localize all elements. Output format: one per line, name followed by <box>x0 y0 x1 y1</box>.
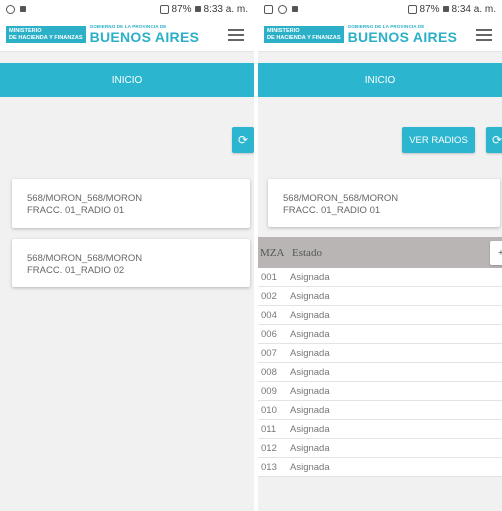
col-mza-header: MZA <box>260 246 285 259</box>
logo-line2: DE HACIENDA Y FINANZAS <box>267 34 341 41</box>
logo-line2: DE HACIENDA Y FINANZAS <box>9 34 83 41</box>
logo-big-text: BUENOS AIRES <box>89 28 200 45</box>
cell-mza: 013 <box>261 461 277 473</box>
table-row[interactable]: 004 Asignada <box>258 306 502 325</box>
table-row[interactable]: 010 Asignada <box>258 401 502 420</box>
table-row[interactable]: 007 Asignada <box>258 344 502 363</box>
cell-estado: Asignada <box>290 385 330 397</box>
refresh-icon: ⟳ <box>491 133 502 147</box>
nav-title: INICIO <box>111 74 143 86</box>
add-button[interactable]: + <box>490 241 502 265</box>
hamburger-menu-icon[interactable] <box>228 28 244 41</box>
logo-big-text: BUENOS AIRES <box>347 28 458 45</box>
table-row[interactable]: 006 Asignada <box>258 325 502 344</box>
whatsapp-icon <box>278 4 287 14</box>
cell-mza: 002 <box>261 290 277 302</box>
cell-estado: Asignada <box>290 442 330 454</box>
table-row[interactable]: 001 Asignada <box>258 268 502 287</box>
col-estado-header: Estado <box>292 246 322 259</box>
signal-icon <box>159 4 169 14</box>
table-row[interactable]: 008 Asignada <box>258 363 502 382</box>
refresh-button[interactable]: ⟳ <box>232 127 254 153</box>
cell-estado: Asignada <box>290 423 330 435</box>
cell-estado: Asignada <box>290 290 330 302</box>
cell-mza: 008 <box>261 366 277 378</box>
cell-mza: 012 <box>261 442 277 454</box>
app-header: MINISTERIO DE HACIENDA Y FINANZAS GOBIER… <box>258 18 502 52</box>
nav-title-bar[interactable]: INICIO <box>0 63 254 97</box>
card-title: 568/MORON_568/MORON <box>27 253 143 264</box>
battery-icon <box>442 6 449 12</box>
cell-mza: 009 <box>261 385 277 397</box>
cell-estado: Asignada <box>290 347 330 359</box>
battery-icon <box>194 6 201 12</box>
card-subtitle: FRACC. 01_RADIO 02 <box>27 265 125 276</box>
battery-level: 87% <box>171 3 192 15</box>
refresh-icon: ⟳ <box>237 133 249 147</box>
nav-title-bar[interactable]: INICIO <box>258 63 502 97</box>
notification-icon <box>292 6 298 12</box>
table-row[interactable]: 012 Asignada <box>258 439 502 458</box>
cell-estado: Asignada <box>290 461 330 473</box>
nav-title: INICIO <box>364 74 396 86</box>
card-title: 568/MORON_568/MORON <box>283 193 399 204</box>
manzana-table: MZA Estado + 001 Asignada 002 Asignada 004 As… <box>258 237 502 477</box>
cell-mza: 011 <box>261 423 277 435</box>
card-title: 568/MORON_568/MORON <box>27 193 143 204</box>
table-row[interactable]: 013 Asignada <box>258 458 502 477</box>
radio-card[interactable]: 568/MORON_568/MORON FRACC. 01_RADIO 01 <box>268 179 500 227</box>
right-screen: 87% 8:34 a. m. MINISTERIO DE HACIENDA Y … <box>258 0 502 511</box>
cell-mza: 001 <box>261 271 277 283</box>
hamburger-menu-icon[interactable] <box>476 28 492 41</box>
battery-level: 87% <box>419 3 440 15</box>
cell-estado: Asignada <box>290 404 330 416</box>
status-bar: 87% 8:33 a. m. <box>0 0 254 18</box>
app-header: MINISTERIO DE HACIENDA Y FINANZAS GOBIER… <box>0 18 254 52</box>
cell-estado: Asignada <box>290 309 330 321</box>
ver-radios-button[interactable]: VER RADIOS <box>402 127 475 153</box>
cell-mza: 006 <box>261 328 277 340</box>
cell-mza: 007 <box>261 347 277 359</box>
ministry-logo[interactable]: MINISTERIO DE HACIENDA Y FINANZAS GOBIER… <box>264 25 457 44</box>
status-bar: 87% 8:34 a. m. <box>258 0 502 18</box>
cell-mza: 004 <box>261 309 277 321</box>
cell-mza: 010 <box>261 404 277 416</box>
table-row[interactable]: 002 Asignada <box>258 287 502 306</box>
notification-icon <box>20 6 26 12</box>
cell-estado: Asignada <box>290 328 330 340</box>
ministry-logo[interactable]: MINISTERIO DE HACIENDA Y FINANZAS GOBIER… <box>6 25 199 44</box>
table-body: 001 Asignada 002 Asignada 004 Asignada 006 Asig… <box>258 268 502 477</box>
cell-estado: Asignada <box>290 271 330 283</box>
plus-icon: + <box>498 247 502 259</box>
refresh-button[interactable]: ⟳ <box>486 127 502 153</box>
cell-estado: Asignada <box>290 366 330 378</box>
ver-radios-label: VER RADIOS <box>409 134 468 146</box>
status-time: 8:33 a. m. <box>203 3 248 15</box>
table-row[interactable]: 011 Asignada <box>258 420 502 439</box>
table-header: MZA Estado + <box>258 237 502 268</box>
card-subtitle: FRACC. 01_RADIO 01 <box>27 205 125 216</box>
radio-card[interactable]: 568/MORON_568/MORON FRACC. 01_RADIO 02 <box>12 239 250 287</box>
left-screen: 87% 8:33 a. m. MINISTERIO DE HACIENDA Y … <box>0 0 254 511</box>
radio-card[interactable]: 568/MORON_568/MORON FRACC. 01_RADIO 01 <box>12 179 250 228</box>
card-subtitle: FRACC. 01_RADIO 01 <box>283 205 381 216</box>
status-time: 8:34 a. m. <box>451 3 496 15</box>
gallery-icon <box>264 4 273 14</box>
signal-icon <box>407 4 417 14</box>
whatsapp-icon <box>6 4 15 14</box>
table-row[interactable]: 009 Asignada <box>258 382 502 401</box>
